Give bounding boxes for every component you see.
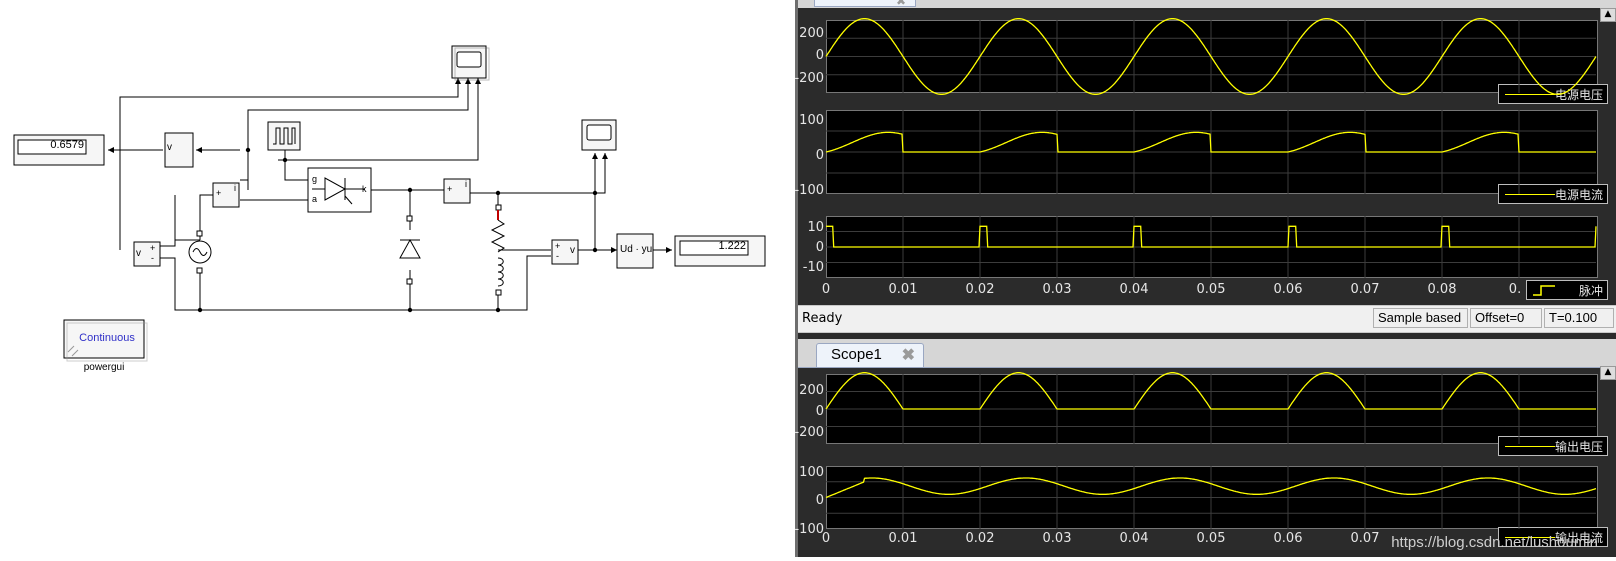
xtick: 0.02 [965, 531, 995, 546]
scope1-ytick: 0 [815, 404, 824, 419]
scope-panel: ✖ 200 0 -200 电源电压 100 0 -100 电源电流 10 0 -… [794, 0, 1616, 557]
scope1-ytick: 0 [815, 493, 824, 508]
thyristor-g-port: g [312, 174, 318, 184]
cm2-plus: + [447, 184, 453, 194]
vm2-plus: + [555, 241, 561, 251]
status-offset: Offset=0 [1470, 308, 1542, 328]
xtick: 0.03 [1042, 531, 1072, 546]
legend-source-current[interactable]: 电源电流 [1498, 184, 1608, 204]
scope1-ytick: 100 [799, 465, 824, 480]
scope-status-bar: Ready Sample based Offset=0 T=0.100 [798, 305, 1616, 333]
xtick: 0.08 [1427, 282, 1457, 297]
legend-swatch [1505, 446, 1555, 447]
thyristor-k-port: k [362, 184, 367, 194]
scope-top-ytick: 0 [815, 240, 824, 255]
legend-output-voltage[interactable]: 输出电压 [1498, 436, 1608, 456]
tab-scope1[interactable]: Scope1 ✖ [816, 343, 924, 367]
xtick: 0.02 [965, 282, 995, 297]
xtick: 0.06 [1273, 531, 1303, 546]
powergui-mode: Continuous [79, 332, 135, 344]
xtick: 0.04 [1119, 531, 1149, 546]
expand-icon[interactable]: ▲ [1600, 366, 1616, 380]
expand-icon[interactable]: ▲ [1600, 8, 1616, 22]
scope1-ytick: 200 [799, 383, 824, 398]
scope-top-ytick: -10 [802, 260, 824, 275]
scope-top-ytick: 100 [799, 113, 824, 128]
scope-top-ytick: 200 [799, 26, 824, 41]
xtick: 0.04 [1119, 282, 1149, 297]
scope-top-axes-3[interactable] [826, 216, 1598, 278]
watermark: https://blog.csdn.net/lushoumin [1391, 534, 1598, 551]
cm2-i: i [465, 179, 467, 189]
scope-block-right [581, 119, 617, 151]
status-ready: Ready [802, 311, 843, 326]
legend-source-voltage[interactable]: 电源电压 [1498, 84, 1608, 104]
xtick: 0.05 [1196, 531, 1226, 546]
xtick: 0 [821, 531, 831, 546]
scope-top-tabstrip [798, 0, 1616, 8]
scope-top-ytick: 0 [815, 148, 824, 163]
cm1-i: i [234, 183, 236, 193]
legend-label: 电源电压 [1554, 87, 1603, 102]
circuit-diagram [13, 45, 766, 362]
legend-label: 电源电流 [1554, 187, 1603, 202]
tab-scope1-label: Scope1 [831, 346, 882, 363]
vm2-minus: - [556, 251, 559, 261]
simulink-canvas[interactable]: 0.6579 1.222 Continuous powergui v v v U… [0, 0, 795, 557]
scope1-axes-1[interactable] [826, 374, 1598, 444]
xtick: 0.03 [1042, 282, 1072, 297]
xtick: 0.01 [888, 531, 918, 546]
display-1-value: 0.6579 [50, 139, 84, 151]
legend-swatch [1505, 94, 1555, 95]
scope-top-ytick: -100 [794, 183, 824, 198]
legend-label: 输出电压 [1554, 439, 1603, 454]
legend-step-swatch [1533, 285, 1555, 296]
legend-pulse[interactable]: 脉冲 [1526, 280, 1608, 300]
powergui-name: powergui [83, 362, 125, 373]
xtick: 0. [1508, 282, 1522, 297]
scope-block-top [451, 45, 490, 81]
legend-swatch [1505, 194, 1555, 195]
xtick: 0.01 [888, 282, 918, 297]
scope-top-axes-1[interactable] [826, 20, 1598, 93]
scope-top-axes-2[interactable] [826, 110, 1598, 194]
ud-label: Ud · yu [620, 244, 653, 255]
status-time: T=0.100 [1544, 308, 1614, 328]
scope1-ytick: -200 [794, 425, 824, 440]
status-sample-mode: Sample based [1373, 308, 1468, 328]
scope-top-ytick: 0 [815, 48, 824, 63]
cm1-plus: + [216, 188, 222, 198]
xtick: 0.07 [1350, 282, 1380, 297]
legend-label: 脉冲 [1578, 283, 1603, 298]
display-2-value: 1.222 [718, 240, 746, 252]
scope1-tabbar: Scope1 ✖ [798, 339, 1616, 368]
xtick: 0 [821, 282, 831, 297]
scope-top-close-icon[interactable]: ✖ [896, 0, 906, 8]
pulse-generator-block [267, 121, 301, 151]
vm1-label: v [136, 248, 141, 259]
rms-block-label: v [167, 142, 172, 153]
thyristor-a-port: a [312, 194, 318, 204]
vm1-plus: + [150, 243, 156, 253]
scope1-axes-2[interactable] [826, 466, 1598, 529]
vm2-label: v [570, 245, 575, 256]
vm1-minus: - [151, 253, 154, 263]
scope-top-ytick: 10 [807, 220, 824, 235]
xtick: 0.07 [1350, 531, 1380, 546]
scope-top-ytick: -200 [794, 71, 824, 86]
close-icon[interactable]: ✖ [902, 345, 915, 365]
xtick: 0.05 [1196, 282, 1226, 297]
xtick: 0.06 [1273, 282, 1303, 297]
